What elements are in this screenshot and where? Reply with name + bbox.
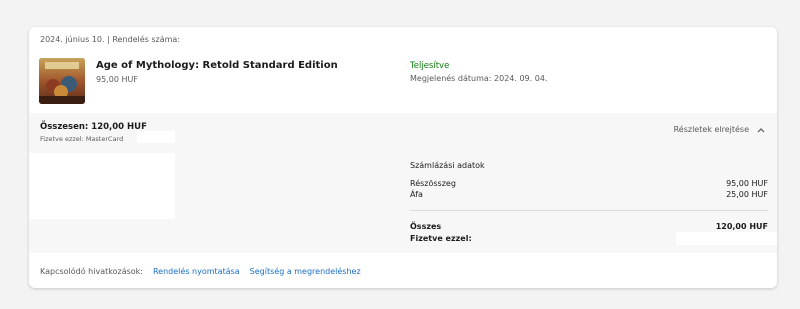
- redacted-card-number: [137, 131, 175, 143]
- order-header: 2024. június 10. | Rendelés száma:: [40, 35, 181, 44]
- order-card: 2024. június 10. | Rendelés száma: Age o…: [29, 27, 777, 288]
- vat-label: Áfa: [410, 190, 423, 199]
- redacted-payment: [676, 232, 777, 245]
- subtotal-label: Részösszeg: [410, 179, 456, 188]
- payment-method: Fizetve ezzel: MasterCard: [40, 135, 124, 143]
- chevron-up-icon: [757, 127, 765, 132]
- redacted-address: [29, 153, 175, 219]
- print-order-link[interactable]: Rendelés nyomtatása: [153, 267, 240, 276]
- related-links: Kapcsolódó hivatkozások: Rendelés nyomta…: [40, 267, 361, 276]
- game-cover-image: [39, 58, 85, 104]
- related-links-label: Kapcsolódó hivatkozások:: [40, 267, 143, 276]
- grand-total-value: 120,00 HUF: [715, 222, 768, 231]
- game-title[interactable]: Age of Mythology: Retold Standard Editio…: [96, 60, 338, 71]
- billing-divider: [410, 210, 768, 211]
- hide-details-label: Részletek elrejtése: [673, 125, 749, 134]
- vat-value: 25,00 HUF: [726, 190, 768, 199]
- release-date: Megjelenés dátuma: 2024. 09. 04.: [410, 74, 548, 83]
- order-total: Összesen: 120,00 HUF: [40, 122, 147, 132]
- hide-details-button[interactable]: Részletek elrejtése: [674, 125, 765, 134]
- grand-total-label: Összes: [410, 222, 442, 231]
- game-price: 95,00 HUF: [96, 75, 138, 84]
- order-status: Teljesítve: [410, 61, 450, 71]
- subtotal-value: 95,00 HUF: [726, 179, 768, 188]
- billing-title: Számlázási adatok: [410, 161, 485, 170]
- game-thumbnail[interactable]: [39, 58, 85, 104]
- order-help-link[interactable]: Segítség a megrendeléshez: [250, 267, 361, 276]
- paid-with-label: Fizetve ezzel:: [410, 234, 472, 243]
